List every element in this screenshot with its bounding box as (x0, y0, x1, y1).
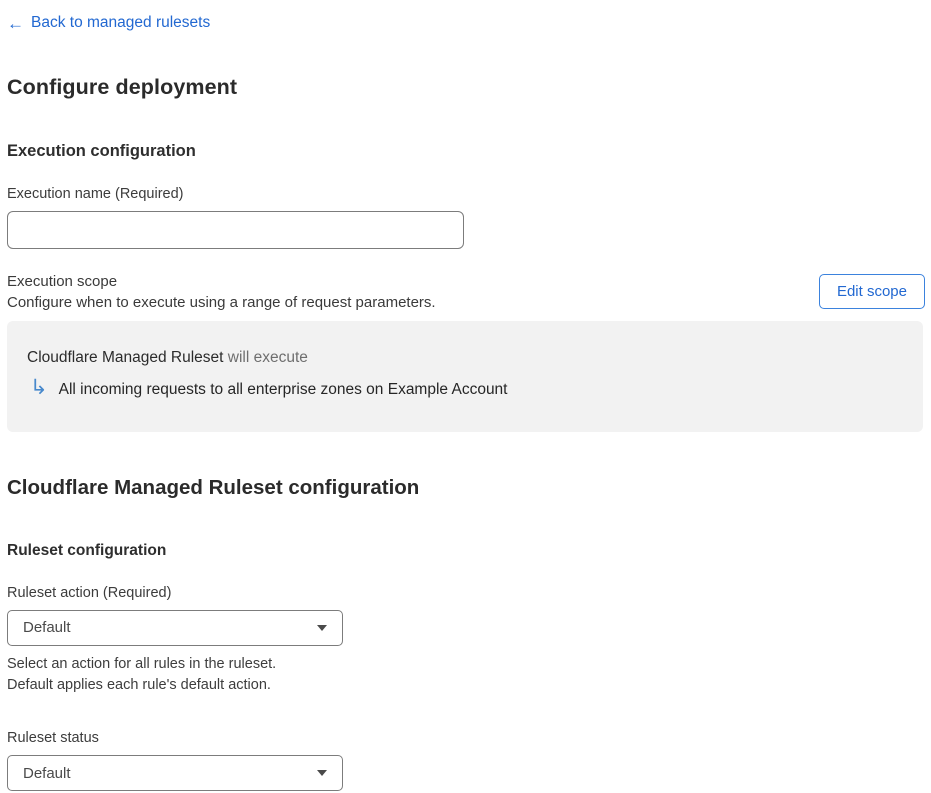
back-arrow-icon: ← (7, 13, 24, 33)
summary-ruleset-name: Cloudflare Managed Ruleset (27, 348, 224, 366)
ruleset-configuration-subheading: Ruleset configuration (7, 541, 167, 559)
ruleset-action-select[interactable]: Default (7, 609, 343, 646)
execution-scope-label: Execution scope (7, 272, 118, 290)
execution-summary-scope: ↳ All incoming requests to all enterpris… (27, 375, 903, 401)
ruleset-configuration-heading: Cloudflare Managed Ruleset configuration (7, 475, 420, 499)
execution-summary-line: Cloudflare Managed Ruleset will execute (27, 349, 903, 367)
chevron-down-icon (317, 624, 327, 631)
chevron-down-icon (317, 770, 327, 776)
ruleset-action-help-line-1: Select an action for all rules in the ru… (7, 655, 277, 672)
execution-scope-text: Execution scope Configure when to execut… (7, 273, 436, 311)
ruleset-action-label: Ruleset action (Required) (7, 584, 172, 601)
back-to-managed-rulesets-link[interactable]: ← Back to managed rulesets (7, 14, 210, 32)
ruleset-action-help-line-2: Default applies each rule's default acti… (7, 677, 271, 694)
execution-name-input[interactable] (7, 210, 464, 249)
execution-scope-description: Configure when to execute using a range … (7, 293, 436, 311)
execution-configuration-heading: Execution configuration (7, 141, 196, 160)
edit-scope-button[interactable]: Edit scope (818, 274, 925, 309)
branch-arrow-icon: ↳ (30, 375, 48, 399)
execution-summary-panel: Cloudflare Managed Ruleset will execute … (7, 320, 923, 432)
summary-scope-text: All incoming requests to all enterprise … (58, 381, 508, 398)
ruleset-status-label: Ruleset status (7, 730, 99, 746)
ruleset-status-select[interactable]: Default (7, 755, 343, 791)
ruleset-action-help: Select an action for all rules in the ru… (7, 654, 925, 698)
ruleset-action-selected-value: Default (23, 619, 71, 636)
summary-will-execute: will execute (227, 348, 308, 366)
execution-name-label: Execution name (Required) (7, 185, 184, 202)
ruleset-status-selected-value: Default (23, 764, 71, 782)
back-link-label: Back to managed rulesets (31, 14, 211, 31)
page-title: Configure deployment (7, 74, 238, 99)
execution-scope-row: Execution scope Configure when to execut… (7, 273, 925, 311)
